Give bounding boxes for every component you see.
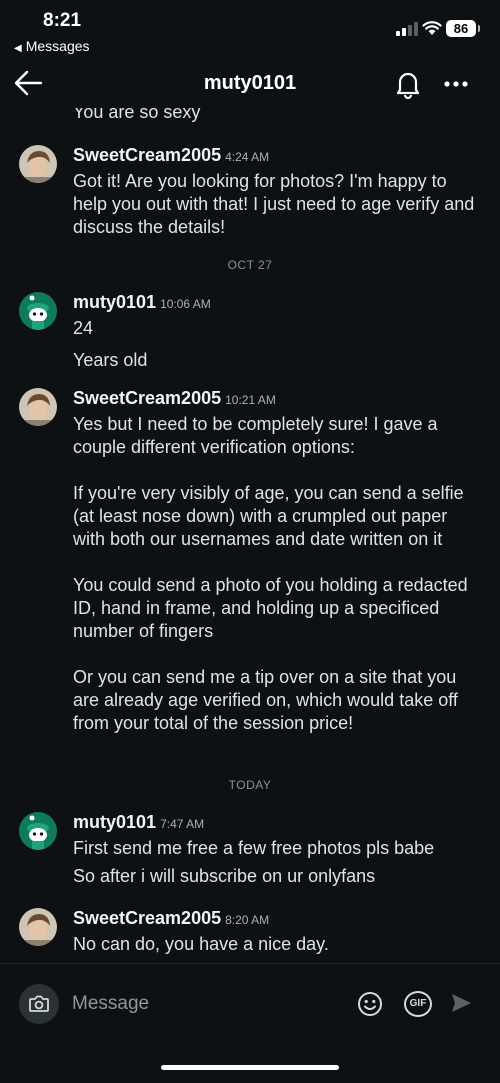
bell-icon[interactable] xyxy=(392,68,424,100)
message-timestamp: 4:24 AM xyxy=(225,150,270,164)
message-body: Got it! Are you looking for photos? I'm … xyxy=(73,170,483,239)
message-body: 24 Years old xyxy=(73,317,483,372)
partial-message-text: You are so sexy xyxy=(73,108,201,122)
message-header: SweetCream2005 8:20 AM xyxy=(73,908,269,929)
snoo-avatar-icon xyxy=(19,292,57,330)
message-list[interactable]: You are so sexy SweetCream2005 4:24 AM Go… xyxy=(0,108,500,963)
message-text: Years old xyxy=(73,350,148,370)
message-text: No can do, you have a nice day. xyxy=(73,934,329,954)
message-header: muty0101 7:47 AM xyxy=(73,812,204,833)
avatar-image xyxy=(19,145,57,183)
avatar-image xyxy=(19,388,57,426)
emoji-icon[interactable] xyxy=(356,990,384,1018)
back-app-label: Messages xyxy=(25,38,90,54)
status-time: 8:21 xyxy=(43,10,82,31)
message-text: Or you can send me a tip over on a site … xyxy=(73,667,458,733)
user-avatar[interactable] xyxy=(19,812,57,850)
more-icon[interactable] xyxy=(440,68,472,100)
date-separator: OCT 27 xyxy=(227,258,273,272)
date-separator: TODAY xyxy=(228,778,272,792)
user-avatar[interactable] xyxy=(19,145,57,183)
status-bar: 8:21 ◀ Messages 86 xyxy=(0,0,500,60)
battery-indicator: 86 xyxy=(446,20,480,37)
message-username[interactable]: SweetCream2005 xyxy=(73,908,221,928)
snoo-avatar-icon xyxy=(19,812,57,850)
gif-button[interactable]: GIF xyxy=(404,991,432,1017)
user-avatar[interactable] xyxy=(19,292,57,330)
home-indicator xyxy=(161,1065,339,1070)
message-header: muty0101 10:06 AM xyxy=(73,292,211,313)
back-to-app-link[interactable]: ◀ Messages xyxy=(14,38,90,54)
user-avatar[interactable] xyxy=(19,908,57,946)
camera-icon xyxy=(29,995,49,1012)
message-timestamp: 7:47 AM xyxy=(160,817,205,831)
message-text: 24 xyxy=(73,318,94,338)
camera-button[interactable] xyxy=(19,984,59,1024)
signal-icon xyxy=(396,22,418,36)
message-text: So after i will subscribe on ur onlyfans xyxy=(73,866,376,886)
wifi-icon xyxy=(422,21,442,35)
back-arrow-icon[interactable] xyxy=(12,66,46,100)
message-text: If you're very visibly of age, you can s… xyxy=(73,483,464,549)
message-body: First send me free a few free photos pls… xyxy=(73,837,483,888)
send-icon[interactable] xyxy=(450,992,472,1014)
chat-header: muty0101 xyxy=(0,60,500,108)
back-triangle-icon: ◀ xyxy=(14,43,22,54)
message-input[interactable] xyxy=(72,989,342,1019)
message-text: You could send a photo of you holding a … xyxy=(73,575,468,641)
message-body: No can do, you have a nice day. xyxy=(73,933,483,956)
message-timestamp: 10:21 AM xyxy=(225,393,276,407)
message-body: Yes but I need to be completely sure! I … xyxy=(73,413,483,735)
message-header: SweetCream2005 10:21 AM xyxy=(73,388,276,409)
message-text: Got it! Are you looking for photos? I'm … xyxy=(73,171,475,237)
message-timestamp: 8:20 AM xyxy=(225,913,270,927)
message-composer: GIF xyxy=(0,964,500,1040)
message-username[interactable]: SweetCream2005 xyxy=(73,388,221,408)
message-header: SweetCream2005 4:24 AM xyxy=(73,145,269,166)
message-timestamp: 10:06 AM xyxy=(160,297,211,311)
chat-title: muty0101 xyxy=(203,72,297,94)
message-username[interactable]: muty0101 xyxy=(73,812,156,832)
message-text: First send me free a few free photos pls… xyxy=(73,838,435,858)
message-username[interactable]: muty0101 xyxy=(73,292,156,312)
message-text: Yes but I need to be completely sure! I … xyxy=(73,414,438,457)
avatar-image xyxy=(19,908,57,946)
user-avatar[interactable] xyxy=(19,388,57,426)
message-username[interactable]: SweetCream2005 xyxy=(73,145,221,165)
